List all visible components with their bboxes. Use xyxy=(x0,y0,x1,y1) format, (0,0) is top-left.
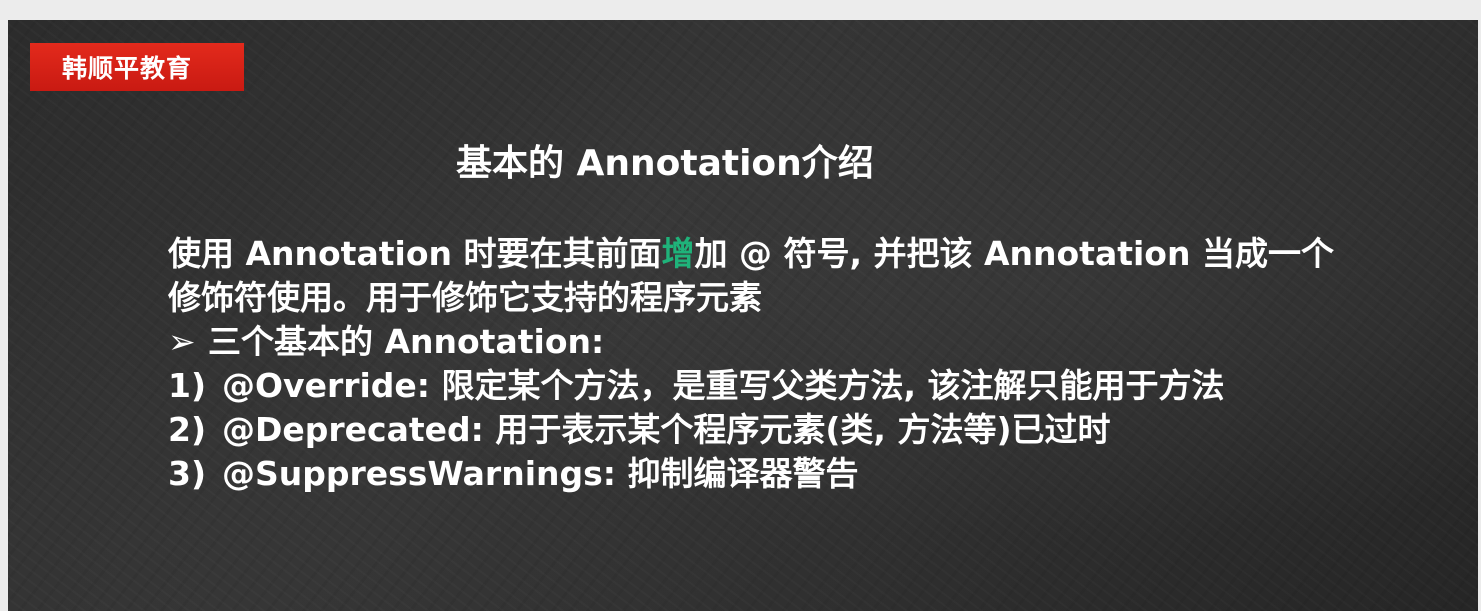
list-item: 2) @Deprecated: 用于表示某个程序元素(类, 方法等)已过时 xyxy=(168,408,1458,452)
bullet-heading-text: 三个基本的 Annotation: xyxy=(208,322,605,361)
list-item-text: @Deprecated: 用于表示某个程序元素(类, 方法等)已过时 xyxy=(222,410,1111,449)
list-item: 1) @Override: 限定某个方法，是重写父类方法, 该注解只能用于方法 xyxy=(168,364,1458,408)
presentation-slide: 韩顺平教育 基本的 Annotation介绍 使用 Annotation 时要在… xyxy=(8,20,1478,611)
slide-body: 使用 Annotation 时要在其前面增加 @ 符号, 并把该 Annotat… xyxy=(168,232,1458,496)
intro-text-part1: 使用 Annotation 时要在其前面 xyxy=(168,234,662,273)
list-item-text: @Override: 限定某个方法，是重写父类方法, 该注解只能用于方法 xyxy=(222,366,1225,405)
text-cursor-highlight: 增 xyxy=(661,234,695,273)
intro-line-2: 修饰符使用。用于修饰它支持的程序元素 xyxy=(168,278,762,317)
list-item: 3) @SuppressWarnings: 抑制编译器警告 xyxy=(168,452,1458,496)
intro-line-1: 使用 Annotation 时要在其前面增加 @ 符号, 并把该 Annotat… xyxy=(168,232,1458,276)
arrow-bullet-icon: ➢ xyxy=(168,322,196,361)
intro-text-part2: 加 @ 符号, 并把该 Annotation 当成一个 xyxy=(694,234,1334,273)
list-item-number: 1) xyxy=(168,366,207,405)
brand-label: 韩顺平教育 xyxy=(62,54,193,83)
slide-title: 基本的 Annotation介绍 xyxy=(456,143,874,184)
viewport: 韩顺平教育 基本的 Annotation介绍 使用 Annotation 时要在… xyxy=(0,0,1481,611)
list-item-text: @SuppressWarnings: 抑制编译器警告 xyxy=(222,454,859,493)
list-item-number: 2) xyxy=(168,410,207,449)
brand-badge: 韩顺平教育 xyxy=(30,43,244,91)
bullet-heading: ➢ 三个基本的 Annotation: xyxy=(168,320,1458,364)
list-item-number: 3) xyxy=(168,454,207,493)
